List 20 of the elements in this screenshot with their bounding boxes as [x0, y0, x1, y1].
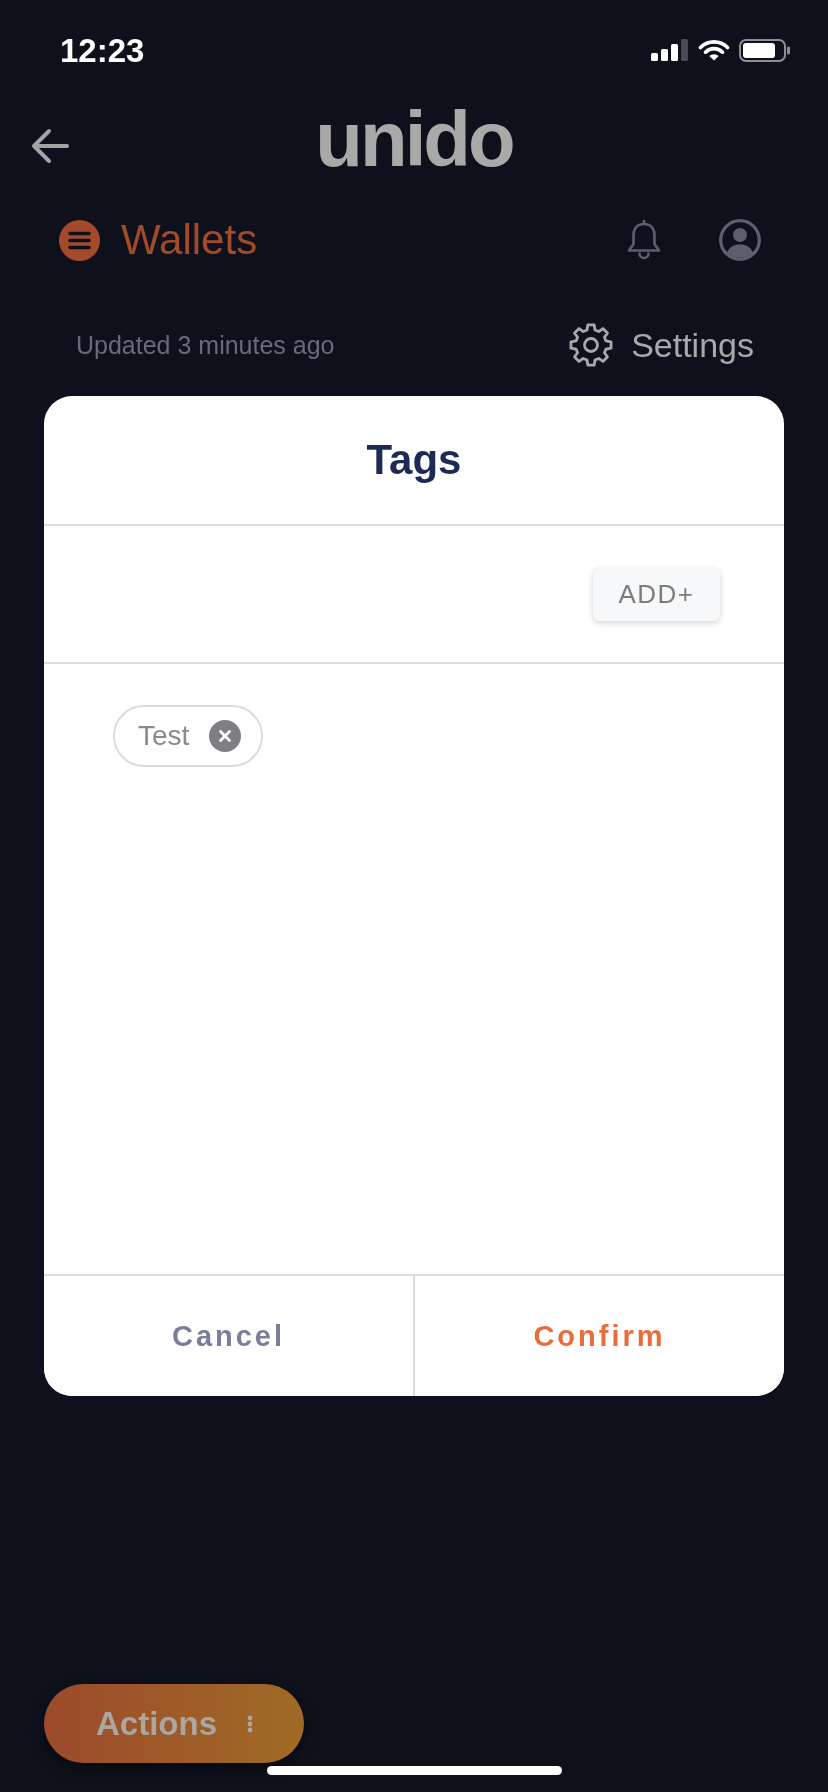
page-title: Wallets — [121, 219, 258, 261]
status-time: 12:23 — [60, 33, 145, 67]
settings-button[interactable]: Settings — [569, 323, 754, 367]
dialog-title: Tags — [366, 439, 462, 481]
profile-icon[interactable] — [719, 219, 761, 261]
update-status-text: Updated 3 minutes ago — [76, 332, 335, 358]
more-icon — [246, 1714, 254, 1733]
back-arrow-icon[interactable] — [30, 127, 70, 165]
tag-label: Test — [138, 722, 190, 750]
logo-wordmark: unido — [315, 100, 513, 185]
actions-button[interactable]: Actions — [44, 1684, 304, 1763]
settings-icon — [569, 323, 614, 367]
close-icon[interactable] — [209, 720, 242, 752]
wifi-icon — [698, 39, 730, 61]
confirm-button[interactable]: Confirm — [413, 1276, 784, 1396]
signal-icon — [651, 39, 689, 61]
add-button[interactable]: ADD+ — [593, 567, 720, 621]
bell-icon[interactable] — [626, 219, 662, 261]
menu-icon[interactable] — [59, 219, 100, 261]
battery-icon — [739, 38, 791, 62]
